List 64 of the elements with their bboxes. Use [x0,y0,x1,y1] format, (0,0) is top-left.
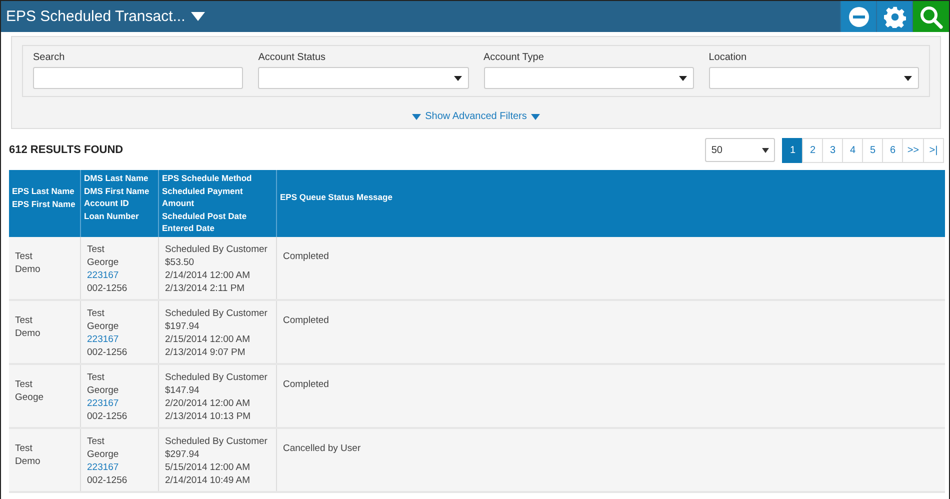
table-cell: Test Demo [9,301,81,363]
caret-icon [678,76,687,80]
table-cell: Test Demo [9,237,81,299]
table-cell: Test George 223167 002-1256 [81,429,159,491]
caret-icon[interactable] [191,12,206,21]
table-cell-text: Completed [282,314,330,328]
caret-icon [530,114,540,120]
table-cell: Scheduled By Customer $197.94 2/15/2014 12:00 AM 2/13/2014 9:07 PM [159,301,277,363]
table-cell: Scheduled By Customer $297.94 5/15/2014 12:00 AM 2/14/2014 10:49 AM [159,429,277,491]
column-header: Scheduled Payment Amount [162,184,244,210]
table-cell: Test George 223167 002-1256 [81,365,159,427]
page-button[interactable]: 5 [862,138,884,162]
table-cell-text: Completed [282,250,330,264]
column-header: EPS Schedule Method [162,172,253,184]
dropdown-field[interactable] [708,67,919,89]
column-header: Entered Date [162,222,216,234]
table-cell-text: Cancelled by User [282,442,362,456]
table-cell: Scheduled By Customer $53.50 2/14/2014 12:00 AM 2/13/2014 2:11 PM [159,237,277,299]
caret-icon [762,148,770,152]
page-button[interactable]: 4 [842,138,864,162]
table-cell: Test George 223167 002-1256 [81,301,159,363]
caret-icon [412,114,422,120]
page-size-dropdown[interactable]: 50 [705,138,776,162]
table-cell-text: Completed [282,378,330,392]
dropdown-field[interactable] [484,67,694,89]
account-id-link[interactable]: 223167 [87,398,119,409]
account-id-link[interactable]: 223167 [87,270,119,281]
column-header: EPS Last Name [12,185,76,198]
field-label: Location [708,52,748,63]
column-header: EPS First Name [12,198,76,210]
search-field[interactable] [33,67,244,89]
dropdown-field[interactable] [258,67,468,89]
collapse-button[interactable] [840,1,876,32]
page-button[interactable]: >| [923,138,944,162]
column-header: DMS Last Name [84,172,150,184]
settings-icon [884,6,906,28]
settings-button[interactable] [876,1,912,32]
page-button[interactable]: 2 [802,138,824,162]
table-cell: Test Demo [9,429,81,491]
column-header: Account ID [84,197,130,210]
table-cell: Scheduled By Customer $147.94 2/20/2014 12:00 AM 2/13/2014 10:13 PM [159,365,277,427]
caret-icon [904,76,912,80]
column-header: DMS First Name [84,184,150,197]
table-cell: Test Geoge [9,365,81,427]
page-button[interactable]: 1 [782,138,804,162]
advanced-filters-link[interactable]: Show Advanced Filters [412,111,540,122]
search-icon [919,4,943,28]
field-label: Account Status [258,52,327,63]
page-title[interactable]: EPS Scheduled Transact... [6,8,186,25]
minus-icon [848,6,870,28]
caret-icon [454,76,462,80]
search-button[interactable] [912,1,949,32]
table-cell: Test George 223167 002-1256 [81,237,159,299]
page-button[interactable]: 3 [822,138,844,162]
field-label: Search [33,52,66,63]
column-header: Scheduled Post Date [162,210,248,222]
account-id-link[interactable]: 223167 [87,462,119,473]
page-button[interactable]: >> [902,138,924,162]
page-button[interactable]: 6 [882,138,904,162]
account-id-link[interactable]: 223167 [87,334,119,345]
results-count: 612 RESULTS FOUND [9,144,124,156]
column-header: EPS Queue Status Message [280,191,394,204]
column-header: Loan Number [84,210,140,222]
field-label: Account Type [484,52,545,63]
